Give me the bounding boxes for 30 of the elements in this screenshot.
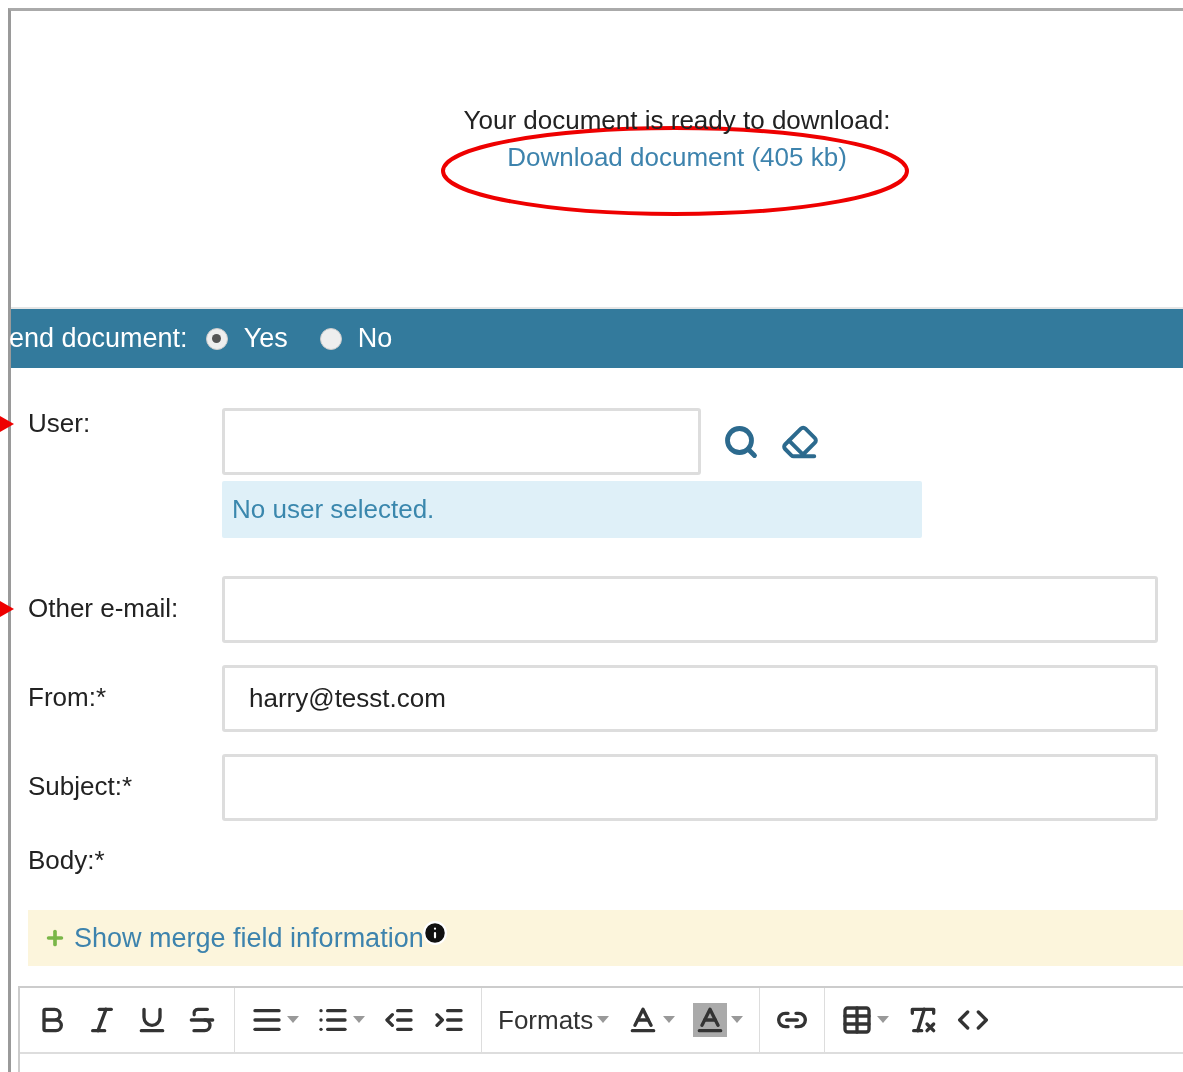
field-label: Other e-mail: [0, 576, 179, 624]
field-label: Subject:* [27, 770, 133, 802]
editor-area[interactable]: Formats [18, 986, 1183, 1072]
send-document-label: end document: [9, 323, 188, 354]
caret-icon [287, 1016, 299, 1024]
field-label: User: [0, 408, 91, 439]
caret-icon [731, 1016, 744, 1024]
search-icon[interactable] [723, 423, 759, 460]
caret-icon [877, 1016, 890, 1024]
text-field[interactable] [222, 576, 1158, 643]
annotation-arrow-icon [0, 601, 14, 617]
info-icon [421, 920, 448, 946]
text-field[interactable] [222, 754, 1158, 821]
caret-icon [353, 1016, 365, 1024]
radio-option[interactable]: Yes [205, 323, 288, 354]
field-label: From:* [27, 681, 106, 713]
user-field[interactable] [222, 408, 701, 475]
radio-button[interactable] [319, 327, 342, 350]
merge-info-link[interactable]: Show merge field information [44, 922, 424, 954]
field-label: Body:* [27, 844, 105, 876]
caret-icon [663, 1016, 676, 1024]
text-field[interactable]: harry@tesst.com [222, 665, 1158, 732]
radio-button[interactable] [205, 327, 228, 350]
formats-dropdown[interactable]: Formats [492, 1000, 616, 1040]
plus-icon [44, 927, 66, 949]
annotation-arrow-icon [0, 416, 14, 432]
caret-icon [597, 1016, 610, 1024]
table-icon [841, 1004, 874, 1036]
radio-option[interactable]: No [319, 323, 393, 354]
user-status-message: No user selected. [222, 481, 922, 538]
